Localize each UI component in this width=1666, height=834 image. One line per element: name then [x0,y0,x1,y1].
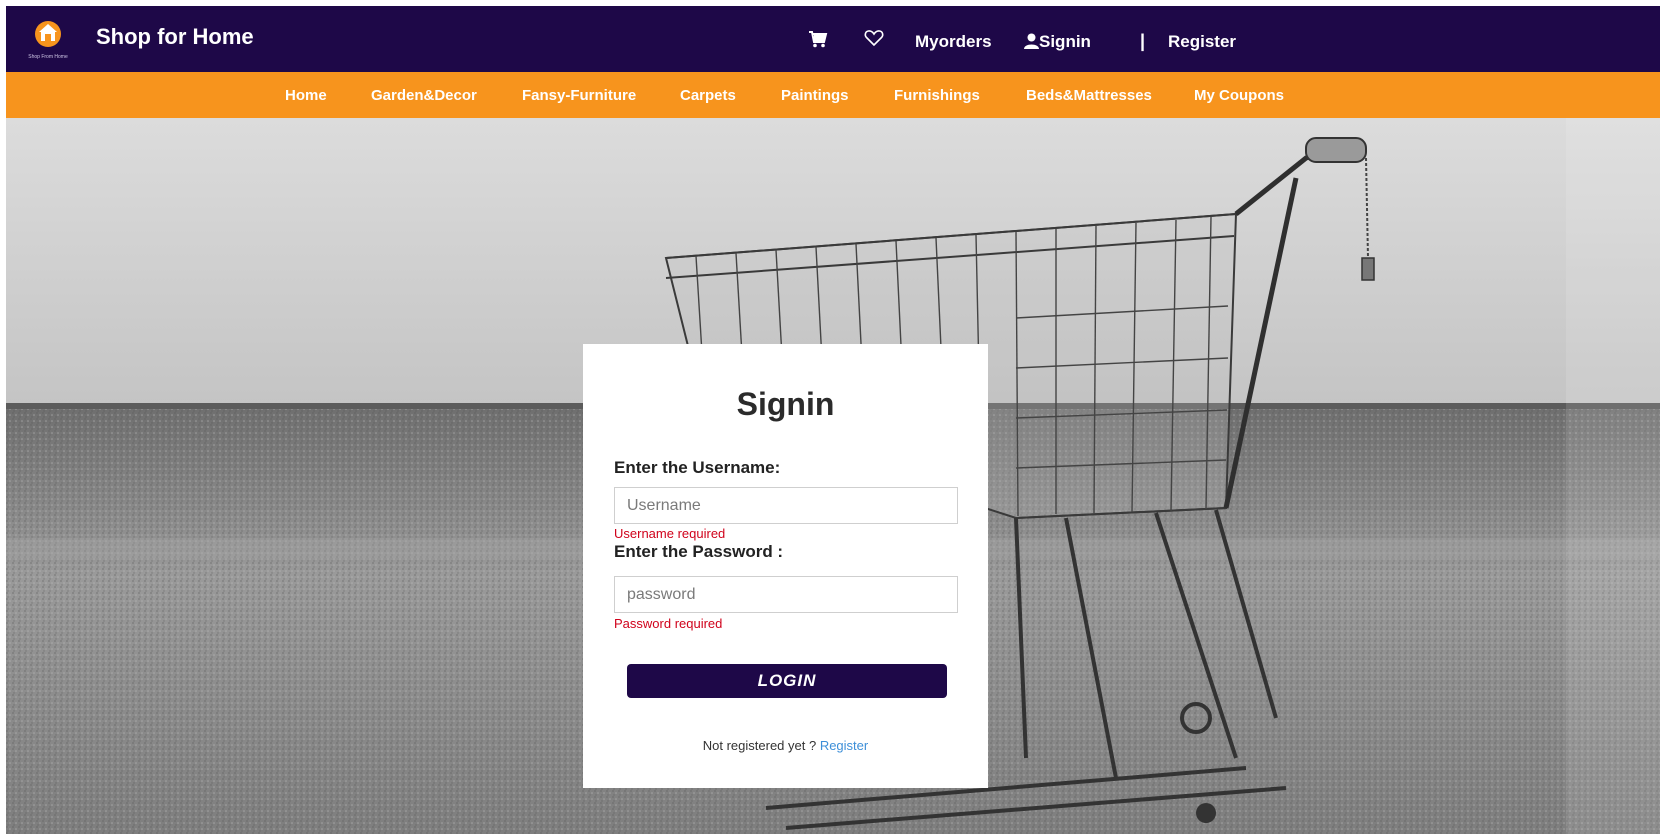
nav-separator: | [1140,31,1146,51]
username-label: Enter the Username: [614,458,781,477]
category-my-coupons[interactable]: My Coupons [1194,87,1284,104]
top-header-bar: Shop From Home Shop for Home Myorders Si… [6,6,1660,72]
logo[interactable]: Shop From Home [22,16,74,64]
category-paintings[interactable]: Paintings [781,87,849,104]
signin-title: Signin [736,386,835,422]
category-fansy-furniture[interactable]: Fansy-Furniture [522,87,636,104]
cart-icon[interactable] [808,30,828,53]
category-nav-bar: Home Garden&Decor Fansy-Furniture Carpet… [6,72,1660,118]
user-icon [1024,33,1039,49]
password-error: Password required [614,616,723,631]
signin-label: Signin [1039,32,1091,51]
category-carpets[interactable]: Carpets [680,87,736,104]
login-button[interactable]: LOGIN [627,664,947,698]
logo-caption: Shop From Home [28,54,68,60]
username-input[interactable] [614,487,958,524]
password-label: Enter the Password : [614,542,784,561]
not-registered-label: Not registered yet ? [702,738,820,753]
password-input[interactable] [614,576,958,613]
brand-name[interactable]: Shop for Home [96,24,254,50]
category-home[interactable]: Home [285,87,327,104]
not-registered-text: Not registered yet ? Register [583,738,988,753]
signin-card: Signin Enter the Username: Username requ… [583,344,988,788]
username-error: Username required [614,526,726,541]
category-beds-mattresses[interactable]: Beds&Mattresses [1026,87,1152,104]
category-furnishings[interactable]: Furnishings [894,87,980,104]
register-link[interactable]: Register [820,738,868,753]
register-nav-link[interactable]: Register [1168,32,1236,52]
home-logo-icon [35,21,61,47]
signin-link[interactable]: Signin [1024,32,1091,52]
myorders-link[interactable]: Myorders [915,32,992,52]
category-garden-decor[interactable]: Garden&Decor [371,87,477,104]
heart-icon[interactable] [864,29,884,52]
